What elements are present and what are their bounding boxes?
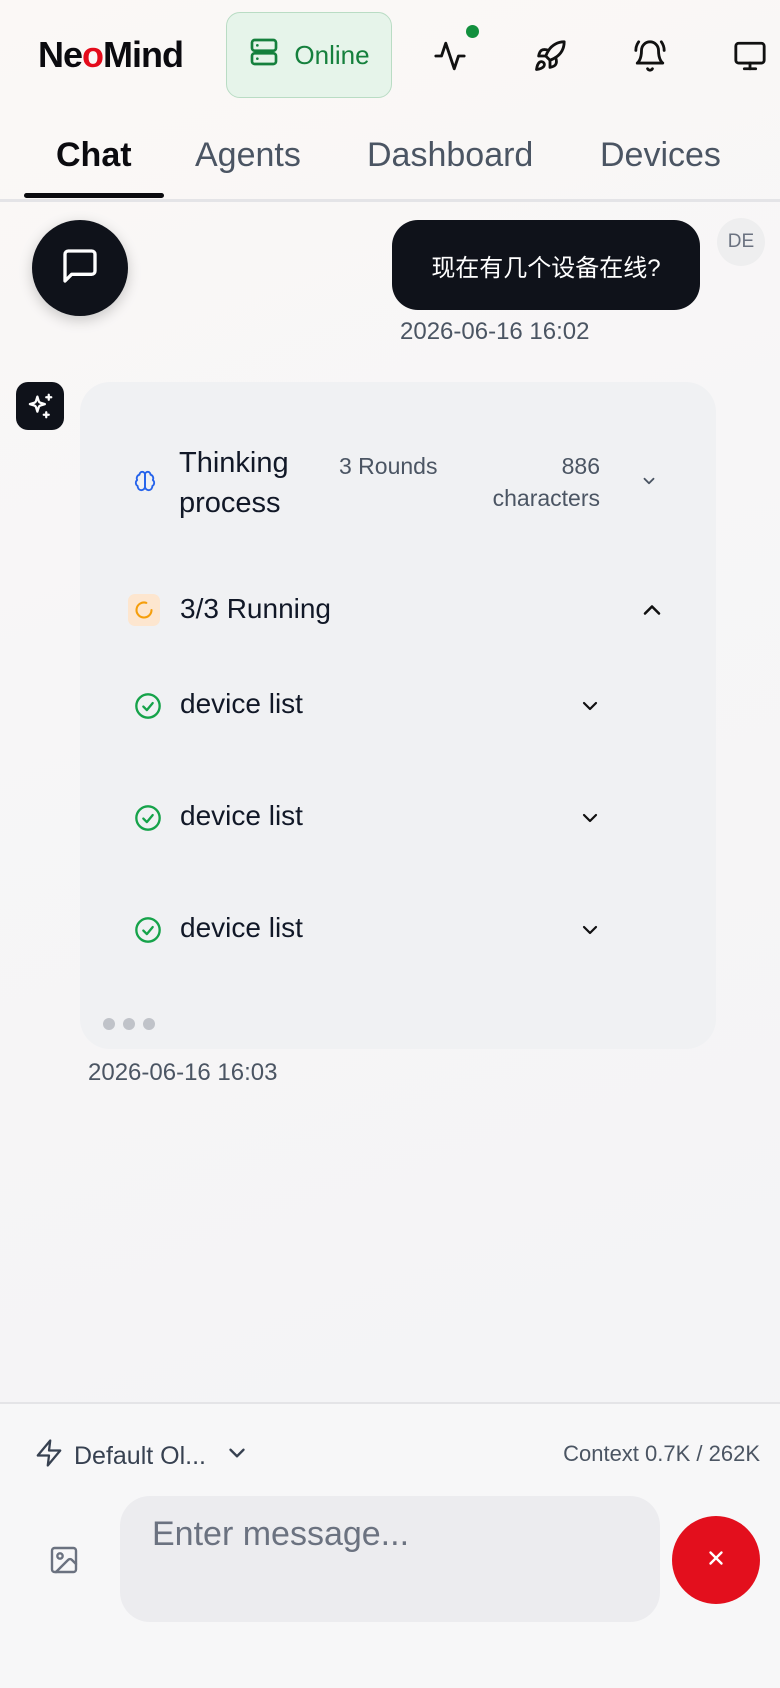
connection-status-button[interactable]: Online	[226, 12, 392, 98]
close-icon	[705, 1547, 727, 1574]
thinking-characters: 886 characters	[492, 453, 600, 511]
logo[interactable]: NeoMind	[38, 34, 184, 76]
active-tab-indicator	[24, 193, 164, 198]
tool-run-status[interactable]: 3/3 Running	[180, 593, 331, 625]
activity-indicator-dot	[466, 25, 479, 38]
chevron-down-icon[interactable]	[640, 472, 658, 495]
chevron-down-icon[interactable]	[578, 806, 602, 835]
tab-chat[interactable]: Chat	[56, 136, 132, 175]
zap-icon	[34, 1438, 64, 1475]
tab-devices[interactable]: Devices	[600, 136, 721, 175]
thinking-process-title[interactable]: Thinking process	[179, 443, 319, 523]
tool-call-row[interactable]: device list	[134, 798, 614, 838]
tool-call-label: device list	[180, 800, 303, 831]
connection-status-label: Online	[294, 39, 370, 70]
chevron-up-icon[interactable]	[638, 596, 666, 629]
thinking-rounds: 3 Rounds	[339, 453, 438, 479]
user-avatar: DE	[717, 218, 765, 266]
chevron-down-icon	[224, 1440, 250, 1473]
tool-call-row[interactable]: device list	[134, 686, 614, 726]
context-usage: Context 0.7K / 262K	[563, 1441, 760, 1466]
conversations-button[interactable]	[32, 220, 128, 316]
chevron-down-icon[interactable]	[578, 694, 602, 723]
loader-icon	[128, 594, 160, 626]
tool-call-label: device list	[180, 912, 303, 943]
message-square-icon	[60, 246, 100, 291]
bell-icon[interactable]	[630, 36, 670, 76]
rocket-icon[interactable]	[530, 36, 570, 76]
tab-dashboard[interactable]: Dashboard	[367, 136, 533, 175]
typing-indicator	[103, 1018, 155, 1030]
check-circle-icon	[134, 804, 162, 837]
tool-call-label: device list	[180, 688, 303, 719]
stop-generation-button[interactable]	[672, 1516, 760, 1604]
check-circle-icon	[134, 692, 162, 725]
model-label: Default Ol...	[74, 1442, 206, 1470]
model-selector[interactable]: Default Ol...	[34, 1438, 250, 1475]
chevron-down-icon[interactable]	[578, 918, 602, 947]
message-input[interactable]	[120, 1496, 660, 1622]
server-icon	[248, 36, 280, 75]
app-header: NeoMind Online	[0, 0, 780, 112]
main-tabs: Chat Agents Dashboard Devices	[0, 118, 780, 202]
tab-agents[interactable]: Agents	[195, 136, 301, 175]
check-circle-icon	[134, 916, 162, 949]
tool-call-row[interactable]: device list	[134, 910, 614, 950]
ai-sparkles-icon	[16, 382, 64, 430]
user-message-bubble: 现在有几个设备在线?	[392, 220, 700, 310]
logo-eye: o	[82, 34, 104, 75]
monitor-icon[interactable]	[730, 36, 770, 76]
activity-icon[interactable]	[430, 36, 470, 76]
ai-message-timestamp: 2026-06-16 16:03	[88, 1059, 278, 1086]
user-message-timestamp: 2026-06-16 16:02	[400, 318, 590, 345]
image-icon	[48, 1546, 80, 1580]
image-upload-button[interactable]	[48, 1544, 80, 1581]
brain-icon	[134, 470, 156, 497]
